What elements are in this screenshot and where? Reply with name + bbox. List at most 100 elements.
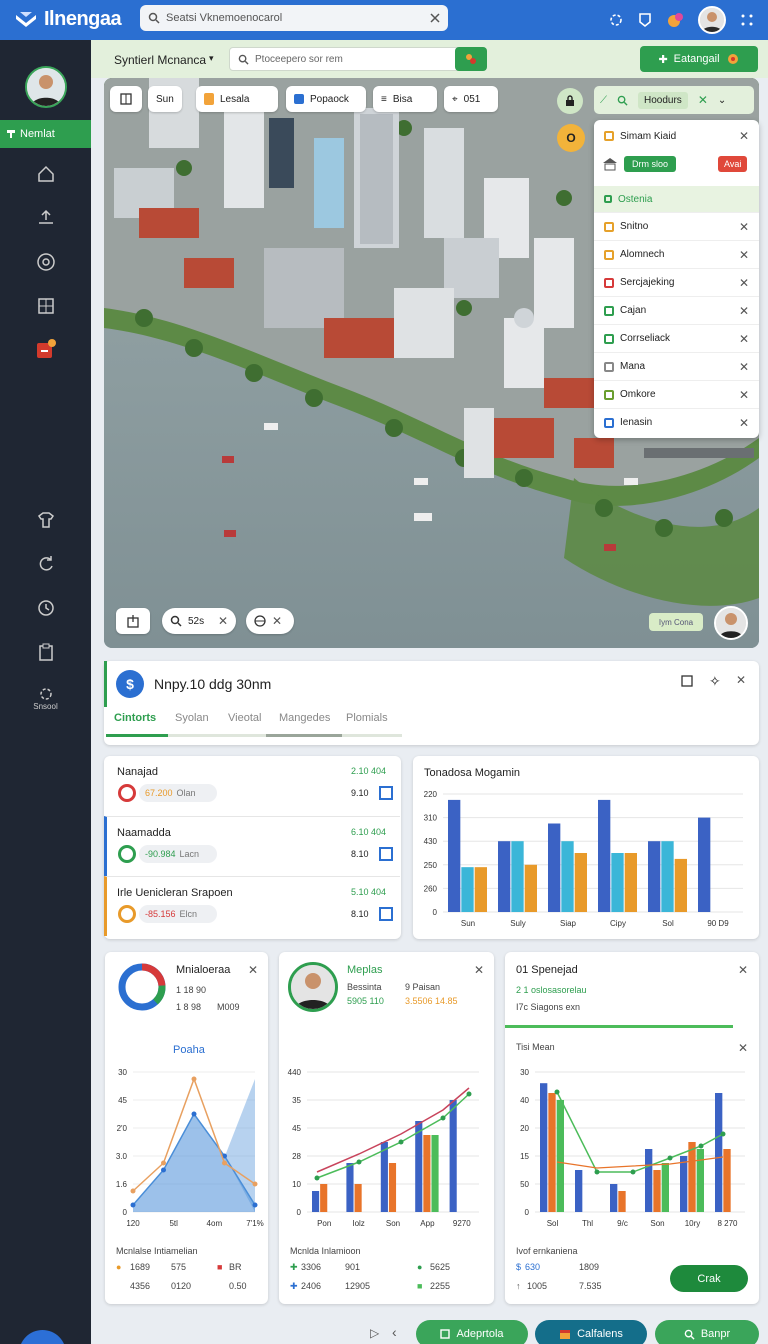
close-filter-icon[interactable]: ✕ bbox=[698, 93, 708, 107]
layer-row[interactable]: Snitno ✕ bbox=[594, 212, 759, 240]
map-corner-badge[interactable]: Iym Cona bbox=[649, 613, 703, 631]
stat-ring-icon bbox=[118, 845, 136, 863]
sidebar-item-clipboard[interactable] bbox=[0, 642, 91, 662]
data-point bbox=[440, 1115, 446, 1121]
stat-square-icon[interactable] bbox=[379, 786, 393, 800]
close-icon[interactable]: ✕ bbox=[272, 614, 282, 628]
layer-row[interactable]: Omkore ✕ bbox=[594, 380, 759, 408]
close-icon[interactable]: ✕ bbox=[218, 614, 228, 628]
layer-row[interactable]: Corrseliack ✕ bbox=[594, 324, 759, 352]
sidebar-item-active[interactable]: Nemlat bbox=[0, 120, 91, 148]
map-chip-0[interactable]: Sun bbox=[148, 86, 182, 112]
remove-layer-icon[interactable]: ✕ bbox=[739, 360, 749, 374]
tab-1[interactable]: Syolan bbox=[175, 712, 209, 724]
map-marker[interactable]: O bbox=[557, 124, 585, 152]
map-bookmark-button[interactable] bbox=[110, 86, 142, 112]
close-detail-icon[interactable]: ✕ bbox=[736, 673, 746, 687]
sidebar-item-refresh[interactable] bbox=[0, 554, 91, 574]
map-chip-2[interactable]: Popaock bbox=[286, 86, 366, 112]
tab-3[interactable]: Mangedes bbox=[279, 712, 330, 724]
sidebar-item-shirt[interactable] bbox=[0, 510, 91, 530]
tab-2[interactable]: Vieotal bbox=[228, 712, 261, 724]
remove-layer-icon[interactable]: ✕ bbox=[739, 304, 749, 318]
search-submit-button[interactable] bbox=[455, 47, 487, 71]
puzzle-icon bbox=[464, 52, 478, 66]
stat-square-icon[interactable] bbox=[379, 847, 393, 861]
card3-action-button[interactable]: Crak bbox=[670, 1265, 748, 1292]
layer-row[interactable]: Sercjajeking ✕ bbox=[594, 268, 759, 296]
sidebar-item-alerts[interactable] bbox=[0, 338, 91, 360]
compose-button[interactable] bbox=[19, 1330, 66, 1344]
remove-layer-icon[interactable]: ✕ bbox=[739, 416, 749, 430]
notification-icon[interactable] bbox=[666, 12, 684, 28]
card2-footer-a3: 5625 bbox=[430, 1262, 451, 1272]
search-input[interactable]: Seatsi Vknemoenocarol bbox=[166, 12, 430, 24]
layer-red-button[interactable]: Avai bbox=[718, 156, 748, 172]
lock-button[interactable] bbox=[557, 88, 583, 114]
map-layers-control[interactable]: ✕ bbox=[246, 608, 294, 634]
brand[interactable]: Ilnengaa bbox=[14, 8, 122, 31]
remove-layer-icon[interactable]: ✕ bbox=[739, 220, 749, 234]
sub-search-input[interactable]: Ptoceepero sor rem bbox=[255, 54, 343, 65]
chevron-left-icon[interactable]: ‹ bbox=[392, 1324, 397, 1340]
layer-green-button[interactable]: Drm sloo bbox=[624, 156, 677, 172]
remove-layer-icon[interactable]: ✕ bbox=[739, 332, 749, 346]
stat-row[interactable]: Irle Uenicleran Srapoen 5.10 404 8.10 -85.1… bbox=[104, 876, 400, 936]
stat-row[interactable]: Naamadda 6.10 404 8.10 -90.984 Lacn bbox=[104, 816, 400, 876]
map-export-button[interactable] bbox=[116, 608, 150, 634]
map-filter-bar[interactable]: ⟋ Hoodurs ✕ ⌄ bbox=[594, 86, 754, 114]
area-chart-card: Mnialoeraa ✕ 1 18 90 1 8 98 M009 Poaha 3… bbox=[105, 952, 268, 1304]
bottom-button-2[interactable]: Calfalens bbox=[535, 1320, 647, 1344]
dollar-icon: $ bbox=[516, 1262, 522, 1272]
map-chip-3[interactable]: ≡ Bisa bbox=[373, 86, 437, 112]
arrow-icon: ↑ bbox=[516, 1281, 521, 1291]
sub-search-field[interactable]: Ptoceepero sor rem bbox=[229, 47, 487, 71]
pin-icon[interactable]: ✧ bbox=[709, 673, 721, 690]
layer-row[interactable]: Alomnech ✕ bbox=[594, 240, 759, 268]
more-icon[interactable] bbox=[740, 13, 754, 27]
primary-action-button[interactable]: ✚ Eatangail bbox=[640, 46, 758, 72]
gear-icon[interactable] bbox=[608, 12, 624, 28]
sidebar-item-target[interactable] bbox=[0, 252, 91, 272]
tab-4[interactable]: Plomials bbox=[346, 712, 388, 724]
sidebar-item-clock[interactable] bbox=[0, 598, 91, 618]
shield-icon[interactable] bbox=[638, 12, 652, 28]
chevron-down-icon[interactable]: ⌄ bbox=[718, 95, 726, 106]
tab-0[interactable]: Cintorts bbox=[114, 712, 156, 724]
layer-section[interactable]: Ostenia bbox=[594, 186, 759, 212]
user-avatar[interactable] bbox=[698, 6, 726, 34]
chevron-down-icon[interactable]: ▾ bbox=[209, 53, 214, 64]
close-card1-icon[interactable]: ✕ bbox=[248, 963, 258, 977]
clear-icon[interactable] bbox=[430, 13, 440, 23]
stat-row[interactable]: Nanajad 2.10 404 9.10 67.200 Olan bbox=[104, 756, 400, 816]
remove-layer-icon[interactable]: ✕ bbox=[739, 276, 749, 290]
bottom-button-3[interactable]: Banpr bbox=[655, 1320, 759, 1344]
pencil-icon[interactable]: ⟋ bbox=[600, 95, 607, 106]
stat-square-icon[interactable] bbox=[379, 907, 393, 921]
bottom-button-1[interactable]: Adeprtola bbox=[416, 1320, 528, 1344]
sidebar-item-settings[interactable]: Snsool bbox=[0, 686, 91, 711]
close-panel-icon[interactable]: ✕ bbox=[739, 129, 749, 143]
remove-layer-icon[interactable]: ✕ bbox=[739, 388, 749, 402]
filter-label[interactable]: Hoodurs bbox=[638, 91, 688, 109]
map-user-avatar[interactable] bbox=[714, 606, 748, 640]
sidebar-item-upload[interactable] bbox=[0, 208, 91, 228]
layer-row[interactable]: Ienasin ✕ bbox=[594, 408, 759, 436]
layer-row[interactable]: Cajan ✕ bbox=[594, 296, 759, 324]
close-card3-icon[interactable]: ✕ bbox=[738, 963, 748, 977]
sidebar-item-grid[interactable] bbox=[0, 296, 91, 316]
map-chip-1[interactable]: Lesala bbox=[196, 86, 278, 112]
prev-icon[interactable]: ▷ bbox=[370, 1326, 379, 1340]
workspace-title[interactable]: Syntierl Mcnanca bbox=[114, 53, 206, 67]
expand-icon[interactable] bbox=[681, 675, 693, 687]
close-card2-icon[interactable]: ✕ bbox=[474, 963, 484, 977]
sidebar-item-home[interactable] bbox=[0, 164, 91, 184]
map-chip-4[interactable]: ⌖ 051 bbox=[444, 86, 498, 112]
layer-row[interactable]: Mana ✕ bbox=[594, 352, 759, 380]
map-zoom-control[interactable]: 52s ✕ bbox=[162, 608, 236, 634]
remove-layer-icon[interactable]: ✕ bbox=[739, 248, 749, 262]
search-icon[interactable] bbox=[617, 95, 628, 106]
close-sub-icon[interactable]: ✕ bbox=[738, 1041, 748, 1055]
sidebar-profile[interactable] bbox=[0, 66, 91, 108]
global-search[interactable]: Seatsi Vknemoenocarol bbox=[140, 5, 448, 31]
